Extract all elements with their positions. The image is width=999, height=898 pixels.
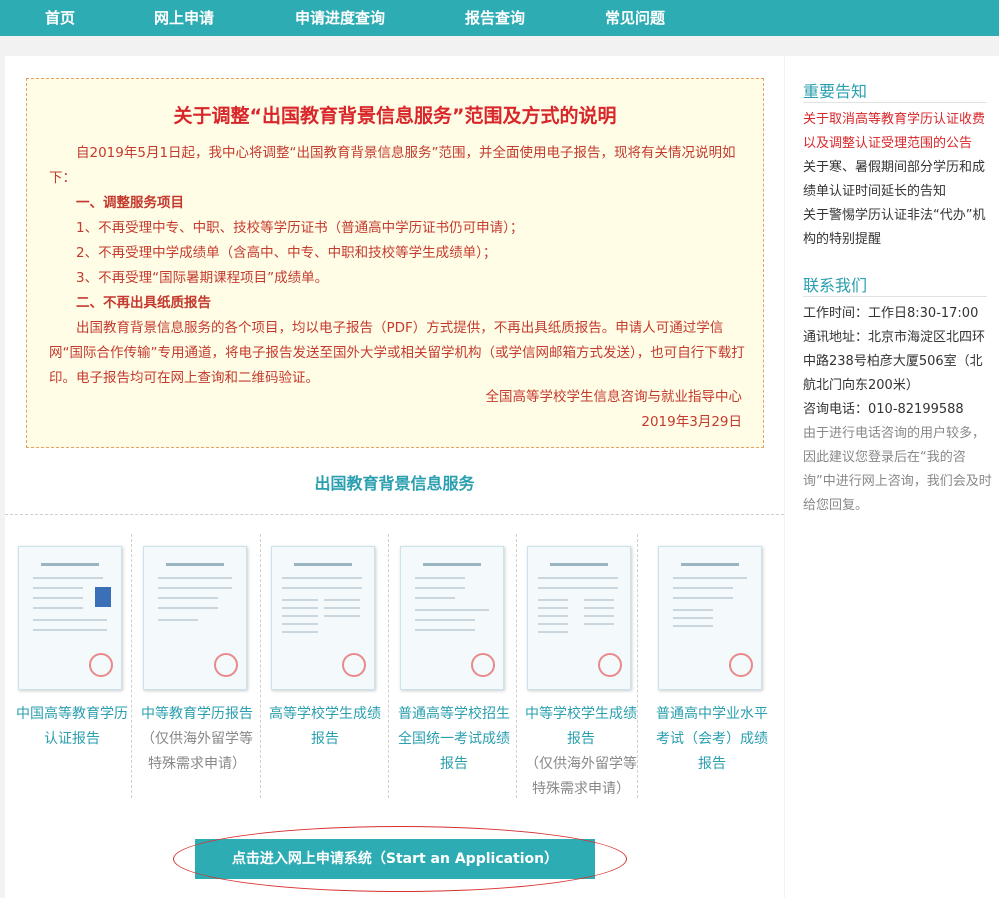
notice-date: 2019年3月29日 — [641, 414, 742, 430]
notice-link-fee-cancellation[interactable]: 关于取消高等教育学历认证收费以及调整认证受理范围的公告 — [803, 108, 989, 156]
column-divider — [131, 534, 132, 798]
report-name: 中等学校学生成绩报告 — [525, 706, 637, 747]
contact-address: 通讯地址：北京市海淀区北四环中路238号柏彦大厦506室（北航北门向东200米） — [803, 330, 986, 393]
notice-signature: 全国高等学校学生信息咨询与就业指导中心 — [485, 389, 743, 405]
notice-link-holiday-extension[interactable]: 关于寒、暑假期间部分学历和成绩单认证时间延长的告知 — [803, 156, 989, 204]
report-note: （仅供海外留学等特殊需求申请） — [525, 756, 637, 797]
notice-item-3: 3、不再受理“国际暑期课程项目”成绩单。 — [76, 270, 329, 286]
main-content: 关于调整“出国教育背景信息服务”范围及方式的说明 自2019年5月1日起，我中心… — [5, 56, 784, 898]
services-title: 出国教育背景信息服务 — [314, 474, 475, 493]
seal-icon — [471, 653, 495, 677]
report-card-university-transcript[interactable]: 高等学校学生成绩报告 — [263, 540, 387, 802]
notice-body: 自2019年5月1日起，我中心将调整“出国教育背景信息服务”范围，并全面使用电子… — [49, 141, 749, 391]
contact-heading: 联系我们 — [803, 276, 868, 295]
nav-progress-query[interactable]: 申请进度查询 — [295, 0, 385, 36]
column-divider — [260, 534, 261, 798]
report-name[interactable]: 高等学校学生成绩报告 — [263, 702, 387, 752]
report-card-academic-proficiency-test[interactable]: 普通高中学业水平考试（会考）成绩报告 — [650, 540, 774, 802]
report-note: （仅供海外留学等特殊需求申请） — [141, 731, 253, 772]
report-card-degree-verification[interactable]: 中国高等教育学历认证报告 — [10, 540, 134, 802]
photo-icon — [95, 587, 111, 607]
seal-icon — [598, 653, 622, 677]
services-divider — [5, 514, 784, 515]
notice-paragraph-2: 出国教育背景信息服务的各个项目，均以电子报告（PDF）方式提供，不再出具纸质报告… — [49, 320, 745, 386]
nav-home[interactable]: 首页 — [45, 0, 75, 36]
column-divider — [388, 534, 389, 798]
notice-item-1: 1、不再受理中专、中职、技校等学历证书（普通高中学历证书仍可申请）； — [76, 220, 524, 236]
nav-report-query[interactable]: 报告查询 — [465, 0, 525, 36]
seal-icon — [729, 653, 753, 677]
contact-info: 工作时间：工作日8:30-17:00 通讯地址：北京市海淀区北四环中路238号柏… — [803, 302, 993, 518]
start-application-button[interactable]: 点击进入网上申请系统（Start an Application） — [195, 839, 595, 879]
contact-divider — [803, 296, 987, 297]
document-icon — [143, 546, 247, 690]
sidebar: 重要告知 关于取消高等教育学历认证收费以及调整认证受理范围的公告 关于寒、暑假期… — [785, 56, 999, 898]
report-caption[interactable]: 中等教育学历报告 （仅供海外留学等特殊需求申请） — [135, 702, 259, 777]
notice-signature-block: 全国高等学校学生信息咨询与就业指导中心 2019年3月29日 — [486, 385, 743, 435]
column-divider — [637, 534, 638, 798]
document-icon — [527, 546, 631, 690]
notice-box: 关于调整“出国教育背景信息服务”范围及方式的说明 自2019年5月1日起，我中心… — [26, 78, 764, 448]
seal-icon — [342, 653, 366, 677]
report-name[interactable]: 中国高等教育学历认证报告 — [10, 702, 134, 752]
document-icon — [658, 546, 762, 690]
document-icon — [18, 546, 122, 690]
top-nav: 首页 网上申请 申请进度查询 报告查询 常见问题 — [0, 0, 999, 36]
notice-link-illegal-agents[interactable]: 关于警惕学历认证非法“代办”机构的特别提醒 — [803, 204, 989, 252]
report-name[interactable]: 普通高中学业水平考试（会考）成绩报告 — [650, 702, 774, 777]
report-card-secondary-education[interactable]: 中等教育学历报告 （仅供海外留学等特殊需求申请） — [135, 540, 259, 802]
notice-title: 关于调整“出国教育背景信息服务”范围及方式的说明 — [173, 105, 617, 127]
nav-online-apply[interactable]: 网上申请 — [154, 0, 214, 36]
contact-note: 由于进行电话咨询的用户较多，因此建议您登录后在“我的咨询”中进行网上咨询，我们会… — [803, 426, 992, 513]
report-card-gaokao-scores[interactable]: 普通高等学校招生全国统一考试成绩报告 — [392, 540, 516, 802]
notice-section-1: 一、调整服务项目 — [76, 195, 184, 211]
report-name[interactable]: 普通高等学校招生全国统一考试成绩报告 — [392, 702, 516, 777]
contact-hours: 工作时间：工作日8:30-17:00 — [803, 306, 979, 321]
report-caption[interactable]: 中等学校学生成绩报告 （仅供海外留学等特殊需求申请） — [519, 702, 643, 802]
seal-icon — [89, 653, 113, 677]
notice-item-2: 2、不再受理中学成绩单（含高中、中专、中职和技校等学生成绩单）； — [76, 245, 497, 261]
seal-icon — [214, 653, 238, 677]
notice-section-2: 二、不再出具纸质报告 — [76, 295, 211, 311]
document-icon — [271, 546, 375, 690]
report-name: 中等教育学历报告 — [141, 706, 253, 722]
nav-faq[interactable]: 常见问题 — [605, 0, 665, 36]
notice-intro: 自2019年5月1日起，我中心将调整“出国教育背景信息服务”范围，并全面使用电子… — [49, 145, 736, 186]
notices-divider — [803, 102, 987, 103]
contact-phone: 咨询电话：010-82199588 — [803, 402, 964, 417]
document-icon — [400, 546, 504, 690]
report-card-secondary-transcript[interactable]: 中等学校学生成绩报告 （仅供海外留学等特殊需求申请） — [519, 540, 643, 802]
notices-heading: 重要告知 — [803, 82, 868, 101]
column-divider — [516, 534, 517, 798]
